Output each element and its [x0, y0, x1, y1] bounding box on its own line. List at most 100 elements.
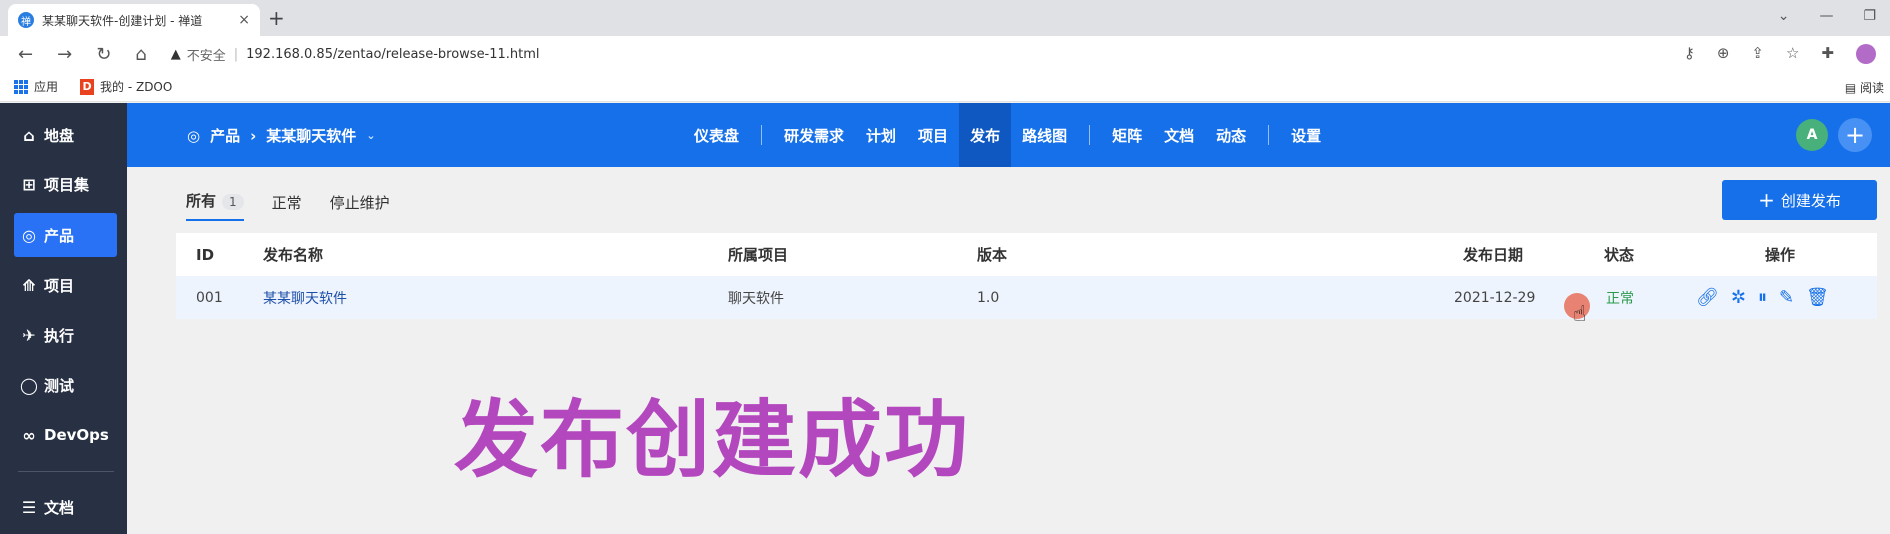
create-release-button[interactable]: + 创建发布: [1722, 180, 1877, 220]
bookmarks-bar: 应用 D 我的 - ZDOO ▤ 阅读: [0, 72, 1890, 102]
sidebar-item-product[interactable]: ◎ 产品: [14, 213, 117, 257]
release-filter-tabs: 所有 1 正常 停止维护: [186, 190, 390, 221]
breadcrumb-separator: ›: [250, 126, 257, 145]
row-date: 2021-12-29: [1454, 289, 1536, 306]
sidebar-item-label: 项目: [44, 276, 75, 295]
col-project[interactable]: 所属项目: [728, 233, 788, 276]
row-project: 聊天软件: [728, 290, 784, 307]
sidebar-item-project[interactable]: ⟰ 项目: [18, 263, 118, 307]
sidebar-item-devops[interactable]: ∞ DevOps: [18, 413, 118, 457]
bookmark-apps[interactable]: 应用: [14, 78, 58, 95]
tab-all-label: 所有: [186, 192, 217, 210]
release-table: ID 发布名称 所属项目 版本 发布日期 状态 操作 001 某某聊天软件 聊天…: [176, 233, 1877, 319]
tab-terminated[interactable]: 停止维护: [330, 192, 390, 213]
sidebar-divider: [18, 471, 114, 472]
infinity-icon: ∞: [22, 425, 36, 445]
close-tab-icon[interactable]: ×: [238, 12, 250, 28]
forward-icon[interactable]: →: [57, 44, 72, 65]
nav-plan[interactable]: 计划: [855, 103, 907, 167]
star-icon[interactable]: ☆: [1786, 44, 1799, 64]
col-date[interactable]: 发布日期: [1463, 233, 1523, 276]
chevron-down-icon[interactable]: ⌄: [1778, 8, 1790, 24]
bulb-icon: ◎: [22, 225, 36, 245]
url-separator: |: [233, 46, 239, 62]
col-name[interactable]: 发布名称: [263, 233, 323, 276]
address-bar: ← → ↻ ⌂ ▲ 不安全 | 192.168.0.85/zentao/rele…: [0, 36, 1890, 72]
top-navbar: ◎ 产品 › 某某聊天软件 ⌄ 仪表盘 研发需求 计划 项目 发布 路线图 矩阵…: [127, 103, 1890, 167]
bookmark-label: 我的 - ZDOO: [100, 80, 173, 94]
share-icon[interactable]: ⇪: [1751, 44, 1764, 64]
back-icon[interactable]: ←: [18, 44, 33, 65]
col-id[interactable]: ID: [196, 233, 214, 276]
nav-project[interactable]: 项目: [907, 103, 959, 167]
nav-dashboard[interactable]: 仪表盘: [683, 103, 750, 167]
row-name-link[interactable]: 某某聊天软件: [263, 276, 347, 319]
breadcrumb: ◎ 产品 › 某某聊天软件 ⌄: [187, 125, 376, 146]
hand-cursor-icon: ☝: [1573, 302, 1587, 327]
table-header: ID 发布名称 所属项目 版本 发布日期 状态 操作: [176, 233, 1877, 276]
main-nav: 仪表盘 研发需求 计划 项目 发布 路线图 矩阵 文档 动态 设置: [683, 103, 1332, 167]
nav-separator: [1268, 125, 1270, 145]
tab-all[interactable]: 所有 1: [186, 190, 244, 221]
bookmark-zdoo[interactable]: D 我的 - ZDOO: [80, 78, 172, 95]
nav-roadmap[interactable]: 路线图: [1011, 103, 1078, 167]
pause-icon[interactable]: ⏸︎: [1758, 287, 1767, 308]
breadcrumb-root[interactable]: 产品: [210, 125, 240, 146]
url-text: 192.168.0.85/zentao/release-browse-11.ht…: [246, 46, 540, 62]
row-actions: 🔗︎ ✲ ⏸︎ ✎ 🗑︎: [1696, 276, 1829, 319]
zentao-favicon-icon: 禅: [18, 12, 34, 28]
bug-icon[interactable]: ✲: [1731, 287, 1746, 308]
col-build[interactable]: 版本: [977, 233, 1007, 276]
sidebar: ⌂ 地盘 ⊞ 项目集 ◎ 产品 ⟰ 项目 ✈ 执行 ◯ 测试 ∞ DevOps …: [0, 103, 127, 534]
doc-icon: ☰: [21, 497, 37, 517]
minimize-icon[interactable]: —: [1819, 8, 1833, 24]
plus-icon: +: [1758, 188, 1775, 212]
apps-grid-icon: [14, 79, 28, 94]
run-icon: ✈: [22, 325, 36, 345]
home-browser-icon[interactable]: ⌂: [135, 44, 146, 65]
nav-matrix[interactable]: 矩阵: [1101, 103, 1153, 167]
product-switcher[interactable]: 某某聊天软件: [266, 125, 356, 146]
key-icon[interactable]: ⚷: [1684, 44, 1695, 64]
sidebar-item-label: 文档: [44, 498, 75, 517]
extensions-icon[interactable]: ✚: [1821, 44, 1834, 64]
browser-actions: ⚷ ⊕ ⇪ ☆ ✚: [1684, 44, 1876, 64]
sidebar-item-dashboard[interactable]: ⌂ 地盘: [18, 113, 118, 157]
col-actions: 操作: [1765, 246, 1796, 264]
sidebar-item-program[interactable]: ⊞ 项目集: [18, 162, 118, 206]
sidebar-item-label: 测试: [44, 376, 75, 395]
col-status[interactable]: 状态: [1604, 233, 1634, 276]
new-tab-button[interactable]: +: [268, 6, 285, 30]
rocket-icon: ⟰: [22, 275, 36, 295]
tab-title: 某某聊天软件-创建计划 - 禅道: [42, 13, 203, 28]
not-secure-label: 不安全: [186, 48, 226, 64]
profile-avatar[interactable]: [1856, 44, 1876, 64]
nav-separator: [761, 125, 763, 145]
nav-dynamic[interactable]: 动态: [1205, 103, 1257, 167]
tab-normal[interactable]: 正常: [272, 192, 302, 213]
url-field[interactable]: ▲ 不安全 | 192.168.0.85/zentao/release-brow…: [171, 45, 540, 64]
reader-mode-button[interactable]: ▤ 阅读: [1845, 79, 1884, 96]
grid-icon: ⊞: [22, 174, 36, 194]
reload-icon[interactable]: ↻: [96, 44, 111, 65]
count-badge: 1: [222, 194, 244, 210]
trash-icon[interactable]: 🗑︎: [1806, 287, 1829, 308]
link-icon[interactable]: 🔗︎: [1696, 287, 1719, 308]
sidebar-item-doc[interactable]: ☰ 文档: [18, 485, 118, 529]
nav-settings[interactable]: 设置: [1280, 103, 1332, 167]
edit-icon[interactable]: ✎: [1779, 287, 1794, 308]
sidebar-item-label: 地盘: [44, 126, 75, 145]
zoom-icon[interactable]: ⊕: [1717, 44, 1730, 64]
nav-doc[interactable]: 文档: [1153, 103, 1205, 167]
avatar[interactable]: A: [1796, 119, 1828, 151]
nav-release[interactable]: 发布: [959, 103, 1012, 167]
restore-icon[interactable]: ❐: [1863, 8, 1876, 24]
sidebar-item-qa[interactable]: ◯ 测试: [18, 363, 118, 407]
chevron-down-icon[interactable]: ⌄: [366, 129, 375, 142]
quick-create-button[interactable]: +: [1838, 118, 1872, 152]
create-release-label: 创建发布: [1780, 191, 1841, 210]
sidebar-item-execution[interactable]: ✈ 执行: [18, 313, 118, 357]
browser-tab[interactable]: 禅 某某聊天软件-创建计划 - 禅道 ×: [8, 4, 260, 36]
nav-requirements[interactable]: 研发需求: [773, 103, 855, 167]
reader-mode-label: 阅读: [1859, 81, 1884, 95]
